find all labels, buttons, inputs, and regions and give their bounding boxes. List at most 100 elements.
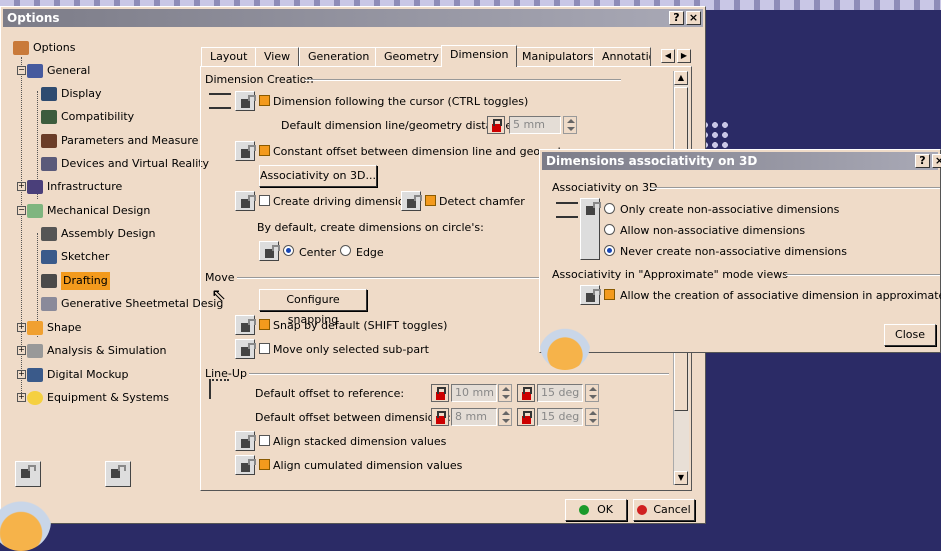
- tab-view[interactable]: View: [255, 47, 300, 67]
- configure-snapping-button[interactable]: Configure snapping: [259, 289, 367, 326]
- distance-lock-icon[interactable]: [487, 116, 505, 134]
- tab-manipulators[interactable]: Manipulators: [513, 47, 603, 67]
- tab-scroll-right-icon[interactable]: ▶: [677, 49, 691, 63]
- infrastructure-expander[interactable]: +: [17, 182, 26, 191]
- tree-tool-button-1[interactable]: [15, 461, 41, 487]
- offset-between-spinner[interactable]: [498, 408, 512, 426]
- tree-item-mechanical-design[interactable]: Mechanical Design: [27, 202, 150, 220]
- equipment-expander[interactable]: +: [17, 393, 26, 402]
- offset-reference-angle-spinner[interactable]: [585, 384, 599, 402]
- label-only-nonassoc: Only create non-associative dimensions: [620, 203, 840, 216]
- offset-reference-angle-field[interactable]: 15 deg: [537, 384, 583, 402]
- tree-item-infrastructure[interactable]: Infrastructure: [27, 178, 122, 196]
- tab-layout[interactable]: Layout: [201, 47, 257, 67]
- analysis-expander[interactable]: +: [17, 346, 26, 355]
- tree-item-display[interactable]: Display: [41, 85, 102, 103]
- mechanical-design-icon: [27, 204, 43, 218]
- tree-item-parameters[interactable]: Parameters and Measure: [41, 132, 198, 150]
- tree-item-shape[interactable]: Shape: [27, 319, 81, 337]
- distance-field[interactable]: 5 mm: [509, 116, 561, 134]
- offset-between-field[interactable]: 8 mm: [451, 408, 497, 426]
- offset-between-angle-field[interactable]: 15 deg: [537, 408, 583, 426]
- label-create-driving: Create driving dimension: [273, 195, 412, 208]
- radio-center[interactable]: [283, 245, 294, 256]
- tree-item-mockup[interactable]: Digital Mockup: [27, 366, 128, 384]
- shape-expander[interactable]: +: [17, 323, 26, 332]
- tree-item-equipment[interactable]: Equipment & Systems: [27, 389, 169, 407]
- tab-generation[interactable]: Generation: [299, 47, 379, 67]
- tab-dimension[interactable]: Dimension: [441, 45, 518, 67]
- lock-constant-offset[interactable]: [235, 141, 256, 161]
- label-offset-between: Default offset between dimensions:: [255, 411, 451, 424]
- assoc-close-button[interactable]: Close: [884, 324, 936, 346]
- lock-move-selected[interactable]: [235, 339, 256, 359]
- assoc-help-button[interactable]: ?: [915, 154, 930, 168]
- label-constant-offset: Constant offset between dimension line a…: [273, 145, 573, 158]
- move-heading: Move: [205, 271, 235, 284]
- cancel-button[interactable]: Cancel: [633, 499, 695, 521]
- close-button[interactable]: ×: [686, 11, 701, 25]
- lock-snap[interactable]: [235, 315, 256, 335]
- offset-reference-spinner[interactable]: [498, 384, 512, 402]
- tab-scroll-left-icon[interactable]: ◀: [661, 49, 675, 63]
- display-icon: [41, 87, 57, 101]
- offset-reference-lock-icon[interactable]: [431, 384, 449, 402]
- checkbox-follow-cursor[interactable]: [259, 95, 270, 106]
- offset-between-angle-spinner[interactable]: [585, 408, 599, 426]
- lock-align-cumulated[interactable]: [235, 455, 256, 475]
- distance-spinner[interactable]: [563, 116, 577, 134]
- checkbox-align-stacked[interactable]: [259, 435, 270, 446]
- tree-item-general[interactable]: General: [27, 62, 90, 80]
- mechanical-expander[interactable]: −: [17, 206, 26, 215]
- tree-item-options[interactable]: Options: [13, 39, 75, 57]
- lock-chamfer[interactable]: [401, 191, 422, 211]
- tree-tool-button-2[interactable]: [105, 461, 131, 487]
- tab-geometry[interactable]: Geometry: [375, 47, 448, 67]
- checkbox-create-driving[interactable]: [259, 195, 270, 206]
- lock-align-stacked[interactable]: [235, 431, 256, 451]
- label-circle-default: By default, create dimensions on circle'…: [257, 221, 484, 234]
- checkbox-move-selected[interactable]: [259, 343, 270, 354]
- options-title: Options: [7, 11, 60, 25]
- radio-only-nonassoc[interactable]: [604, 203, 615, 214]
- tree-item-sketcher[interactable]: Sketcher: [41, 248, 109, 266]
- offset-reference-angle-lock-icon[interactable]: [517, 384, 535, 402]
- associativity-3d-button[interactable]: Associativity on 3D...: [259, 165, 377, 187]
- mockup-expander[interactable]: +: [17, 370, 26, 379]
- help-button[interactable]: ?: [669, 11, 684, 25]
- assoc-close-x-button[interactable]: ×: [932, 154, 941, 168]
- checkbox-detect-chamfer[interactable]: [425, 195, 436, 206]
- tab-annotation[interactable]: Annotation: [593, 47, 651, 67]
- scroll-down-icon[interactable]: ▼: [674, 471, 688, 485]
- lock-circle[interactable]: [259, 241, 280, 261]
- offset-between-angle-lock-icon[interactable]: [517, 408, 535, 426]
- assoc-logo-orb: [540, 320, 590, 370]
- tree-item-compatibility[interactable]: Compatibility: [41, 108, 134, 126]
- tree-item-assembly[interactable]: Assembly Design: [41, 225, 156, 243]
- ok-button[interactable]: OK: [565, 499, 627, 521]
- checkbox-constant-offset[interactable]: [259, 145, 270, 156]
- offset-between-lock-icon[interactable]: [431, 408, 449, 426]
- label-approx: Allow the creation of associative dimens…: [620, 289, 941, 302]
- offset-reference-field[interactable]: 10 mm: [451, 384, 497, 402]
- approx-lock[interactable]: [580, 285, 601, 305]
- associativity-titlebar[interactable]: Dimensions associativity on 3D ? ×: [542, 152, 941, 170]
- radio-never-nonassoc[interactable]: [604, 245, 615, 256]
- lock-follow-cursor[interactable]: [235, 91, 256, 111]
- tree-item-devices[interactable]: Devices and Virtual Reality: [41, 155, 209, 173]
- checkbox-align-cumulated[interactable]: [259, 459, 270, 470]
- tree-item-drafting[interactable]: Drafting: [41, 272, 110, 290]
- radio-edge[interactable]: [340, 245, 351, 256]
- tree-item-sheetmetal[interactable]: Generative Sheetmetal Desig: [41, 295, 223, 313]
- analysis-icon: [27, 344, 43, 358]
- checkbox-snap-default[interactable]: [259, 319, 270, 330]
- lock-driving[interactable]: [235, 191, 256, 211]
- options-titlebar[interactable]: Options ? ×: [3, 9, 703, 27]
- checkbox-approx[interactable]: [604, 289, 615, 300]
- scroll-up-icon[interactable]: ▲: [674, 71, 688, 85]
- assoc-lock[interactable]: [580, 198, 601, 260]
- radio-allow-nonassoc[interactable]: [604, 224, 615, 235]
- label-center: Center: [299, 246, 337, 259]
- general-expander[interactable]: −: [17, 66, 26, 75]
- tree-item-analysis[interactable]: Analysis & Simulation: [27, 342, 167, 360]
